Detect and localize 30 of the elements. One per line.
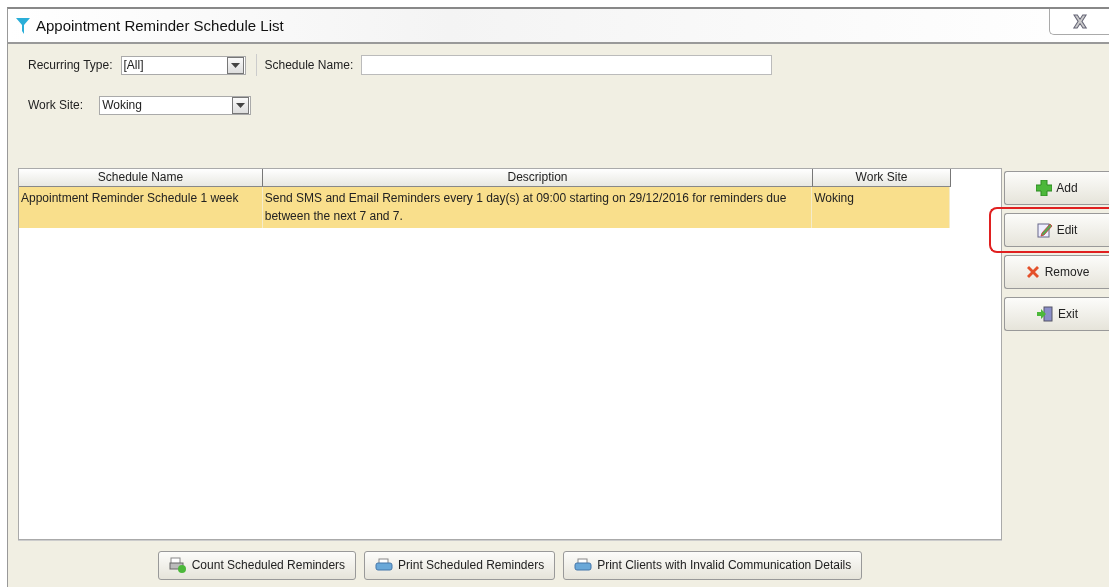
table-cell: Appointment Reminder Schedule 1 week bbox=[19, 187, 263, 228]
table-row[interactable]: Appointment Reminder Schedule 1 week Send SMS and Email Reminders every 1 day(s) at 09:00 starting on 29/12/2016 for reminders due between the next 7 and 7. Woking bbox=[19, 187, 950, 228]
door-arrow-icon bbox=[1036, 306, 1054, 322]
field-label: Schedule Name: bbox=[264, 58, 354, 72]
column-header[interactable]: Schedule Name bbox=[19, 169, 263, 187]
window-title: Appointment Reminder Schedule List bbox=[36, 17, 284, 34]
table-cell: Woking bbox=[812, 187, 950, 228]
edit-button[interactable]: Edit bbox=[1004, 213, 1109, 247]
funnel-icon bbox=[16, 17, 30, 34]
add-button[interactable]: Add bbox=[1004, 171, 1109, 205]
table-cell: Send SMS and Email Reminders every 1 day(s) at 09:00 starting on 29/12/2016 for reminders due between the next 7 and 7. bbox=[262, 187, 813, 228]
column-header[interactable]: Work Site bbox=[813, 169, 951, 187]
recurring-type-dropdown[interactable]: [All] bbox=[120, 55, 246, 75]
caret-icon bbox=[230, 62, 240, 68]
column-header[interactable]: Description bbox=[263, 169, 813, 187]
field-label: Recurring Type: bbox=[28, 58, 113, 72]
print-button[interactable]: Print Scheduled Reminders bbox=[364, 550, 556, 580]
plus-icon bbox=[1036, 180, 1053, 196]
field-label: Work Site: bbox=[28, 98, 84, 112]
printer-icon bbox=[375, 558, 394, 572]
caret-icon bbox=[236, 102, 246, 108]
printer-plus-icon bbox=[168, 557, 187, 573]
notepad-pencil-icon bbox=[1036, 222, 1053, 238]
printer-icon bbox=[574, 558, 593, 572]
schedule-name-field[interactable] bbox=[361, 55, 773, 75]
exit-button[interactable]: Exit bbox=[1004, 297, 1109, 331]
print-button[interactable]: Print Clients with Invalid Communication Details bbox=[563, 550, 863, 580]
remove-button[interactable]: Remove bbox=[1004, 255, 1109, 289]
work-site-dropdown[interactable]: Woking bbox=[99, 95, 252, 115]
count-button[interactable]: Count Scheduled Reminders bbox=[157, 550, 357, 580]
